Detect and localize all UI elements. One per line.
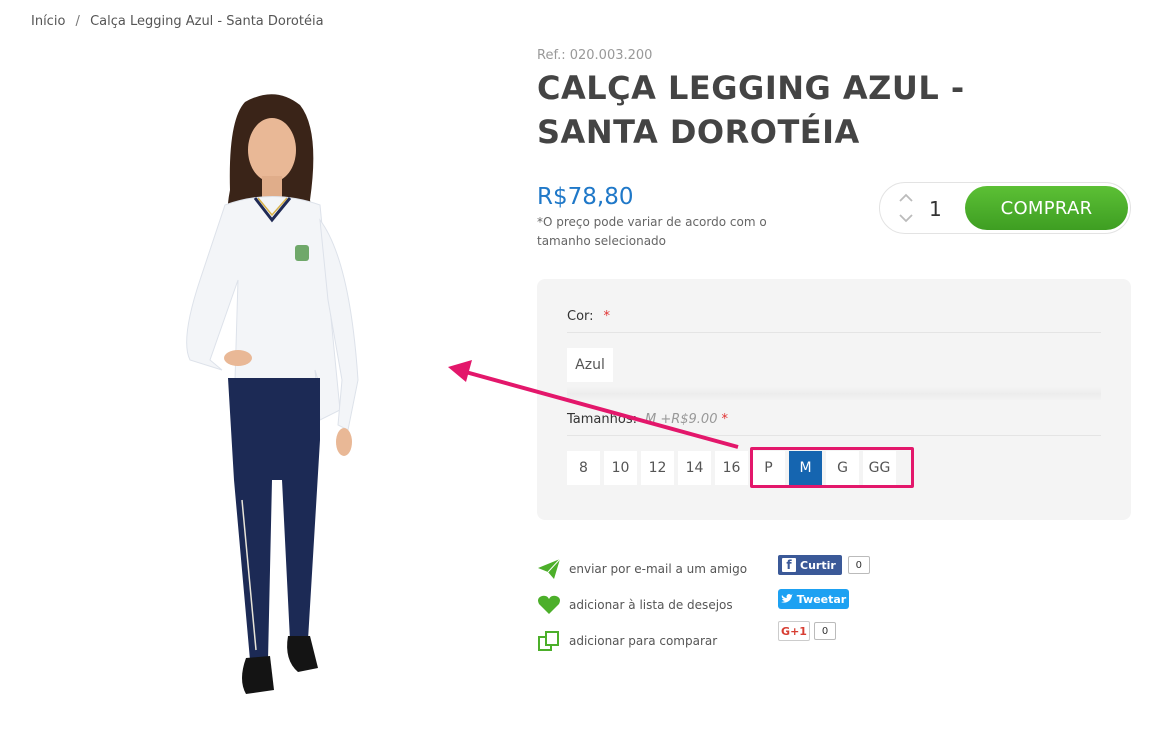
product-ref: Ref.: 020.003.200: [537, 48, 653, 63]
compare-link[interactable]: adicionar para comparar: [537, 630, 767, 652]
size-option-m[interactable]: M: [789, 451, 822, 485]
wishlist-label: adicionar à lista de desejos: [569, 598, 733, 612]
quantity-input[interactable]: 1: [929, 197, 942, 221]
divider: [567, 435, 1101, 436]
color-label: Cor: *: [567, 309, 610, 324]
product-image: [186, 94, 359, 694]
twitter-tweet-button[interactable]: Tweetar: [778, 589, 849, 609]
facebook-like-count: 0: [847, 556, 870, 574]
chevron-up-icon: [899, 193, 913, 202]
divider: [567, 387, 1101, 401]
breadcrumb: Início / Calça Legging Azul - Santa Doro…: [31, 14, 324, 29]
buy-button[interactable]: COMPRAR: [965, 186, 1128, 230]
size-options: 8 10 12 14 16 P M G GG: [567, 451, 927, 485]
gplus-button[interactable]: G+1: [778, 621, 810, 641]
twitter-tweet-label: Tweetar: [796, 592, 847, 606]
size-option-10[interactable]: 10: [604, 451, 637, 485]
breadcrumb-current: Calça Legging Azul - Santa Dorotéia: [90, 14, 324, 29]
size-option-8[interactable]: 8: [567, 451, 600, 485]
size-option-14[interactable]: 14: [678, 451, 711, 485]
facebook-like-label: Curtir: [800, 558, 836, 572]
chevron-down-icon: [899, 214, 913, 223]
twitter-bird-icon: [780, 594, 793, 603]
color-option-azul[interactable]: Azul: [567, 348, 613, 382]
paper-plane-icon: [538, 558, 561, 579]
facebook-like-button[interactable]: f Curtir: [778, 555, 842, 575]
buy-box: 1 COMPRAR: [879, 182, 1131, 234]
color-required-mark: *: [603, 309, 611, 324]
heart-icon: [538, 595, 560, 614]
breadcrumb-home-link[interactable]: Início: [31, 14, 65, 29]
product-options: Cor: * Azul Tamanhos: M +R$9.00 * 8 10 12 1…: [537, 279, 1131, 520]
facebook-like: f Curtir 0: [778, 555, 870, 575]
gplus-count: 0: [814, 622, 836, 640]
email-friend-label: enviar por e-mail a um amigo: [569, 562, 748, 576]
size-option-p[interactable]: P: [752, 451, 785, 485]
product-price: R$78,80: [537, 184, 634, 210]
size-option-g[interactable]: G: [826, 451, 859, 485]
size-price-hint: M +R$9.00: [644, 412, 718, 427]
compare-icon: [538, 631, 559, 651]
size-option-12[interactable]: 12: [641, 451, 674, 485]
gplus-share: G+1 0: [778, 621, 836, 641]
compare-label: adicionar para comparar: [569, 634, 718, 648]
breadcrumb-separator: /: [75, 14, 80, 29]
quantity-stepper[interactable]: [898, 191, 914, 225]
size-label: Tamanhos: M +R$9.00 *: [567, 412, 728, 427]
size-option-gg[interactable]: GG: [863, 451, 896, 485]
size-label-text: Tamanhos:: [567, 412, 637, 427]
wishlist-link[interactable]: adicionar à lista de desejos: [537, 594, 767, 616]
product-title: CALÇA LEGGING AZUL - SANTA DOROTÉIA: [537, 69, 965, 151]
price-note: *O preço pode variar de acordo com o tam…: [537, 215, 767, 248]
facebook-icon: f: [782, 558, 796, 572]
divider: [567, 332, 1101, 333]
email-friend-link[interactable]: enviar por e-mail a um amigo: [537, 558, 767, 580]
color-label-text: Cor:: [567, 309, 594, 324]
size-required-mark: *: [721, 412, 728, 427]
size-option-16[interactable]: 16: [715, 451, 748, 485]
